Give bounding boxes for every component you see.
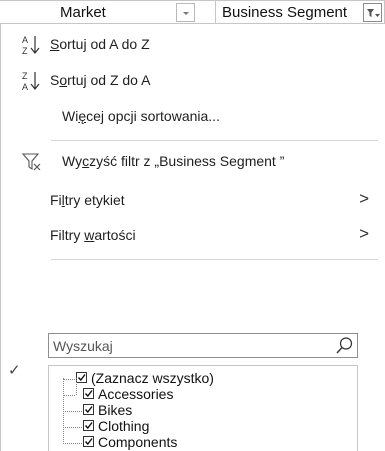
label-filters-label: Filtry etykiet xyxy=(50,192,125,208)
sort-a-to-z-item[interactable]: A Z Sortuj od A do Z xyxy=(1,28,385,62)
list-item-label: Bikes xyxy=(98,402,133,418)
search-icon[interactable] xyxy=(335,336,354,355)
more-sort-options-item[interactable]: Więcej opcji sortowania... xyxy=(1,100,385,134)
search-box xyxy=(48,333,358,358)
search-input[interactable] xyxy=(53,336,323,355)
dropdown-arrow-icon xyxy=(183,12,189,15)
sort-descending-icon: Z A xyxy=(22,71,40,92)
list-item-label: Components xyxy=(98,434,178,450)
market-header-cell: Market xyxy=(0,0,216,24)
sort-z-to-a-item[interactable]: Z A Sortuj od Z do A xyxy=(1,64,385,98)
list-item-label: Accessories xyxy=(98,386,174,402)
menu-separator xyxy=(51,140,378,141)
checkmark-icon: ✓ xyxy=(8,362,21,379)
svg-text:A: A xyxy=(22,35,28,45)
list-item[interactable]: Clothing xyxy=(49,417,349,434)
list-item[interactable]: Components xyxy=(49,433,349,450)
list-item-label: Clothing xyxy=(98,418,150,434)
segment-header-cell: Business Segment xyxy=(215,0,385,24)
svg-text:Z: Z xyxy=(22,46,28,56)
checkbox[interactable] xyxy=(83,420,94,431)
filter-dropdown-icon xyxy=(367,9,380,17)
filter-value-list: (Zaznacz wszystko) Accessories Bikes Clo… xyxy=(48,365,358,451)
sort-z-to-a-label: Sortuj od Z do A xyxy=(50,72,151,88)
more-sort-options-label: Więcej opcji sortowania... xyxy=(62,108,220,124)
list-item[interactable]: Accessories xyxy=(49,378,349,402)
checkbox-checked-icon xyxy=(77,374,86,382)
checkbox-checked-icon xyxy=(84,438,93,446)
checkbox[interactable] xyxy=(83,404,94,415)
sort-a-to-z-label: Sortuj od A do Z xyxy=(50,36,150,52)
submenu-chevron-icon: > xyxy=(359,224,369,243)
market-header-label: Market xyxy=(60,4,106,21)
list-item[interactable]: Bikes xyxy=(49,401,349,418)
value-filters-label: Filtry wartości xyxy=(50,227,136,243)
segment-header-label: Business Segment xyxy=(222,4,348,21)
sort-ascending-icon: A Z xyxy=(22,35,40,56)
svg-text:Z: Z xyxy=(22,71,28,81)
menu-separator xyxy=(51,259,378,260)
value-filters-item[interactable]: Filtry wartości > xyxy=(1,219,385,253)
checkbox-checked-icon xyxy=(84,390,93,398)
submenu-chevron-icon: > xyxy=(359,189,369,208)
checkbox-checked-icon xyxy=(84,422,93,430)
list-item-label: (Zaznacz wszystko) xyxy=(91,370,214,386)
column-header-row: Market Business Segment xyxy=(0,0,385,24)
segment-filter-button[interactable] xyxy=(363,3,382,22)
checkbox[interactable] xyxy=(83,388,94,399)
label-filters-item[interactable]: Filtry etykiet > xyxy=(1,184,385,218)
clear-filter-label: Wyczyść filtr z „Business Segment ” xyxy=(62,153,285,169)
svg-text:A: A xyxy=(22,82,28,92)
checkbox[interactable] xyxy=(83,436,94,447)
list-item[interactable]: (Zaznacz wszystko) xyxy=(49,369,349,386)
clear-filter-icon xyxy=(21,153,41,171)
market-dropdown-button[interactable] xyxy=(176,3,195,22)
clear-filter-item[interactable]: Wyczyść filtr z „Business Segment ” xyxy=(1,145,385,179)
checkbox-checked-icon xyxy=(84,406,93,414)
checkbox[interactable] xyxy=(76,372,87,383)
